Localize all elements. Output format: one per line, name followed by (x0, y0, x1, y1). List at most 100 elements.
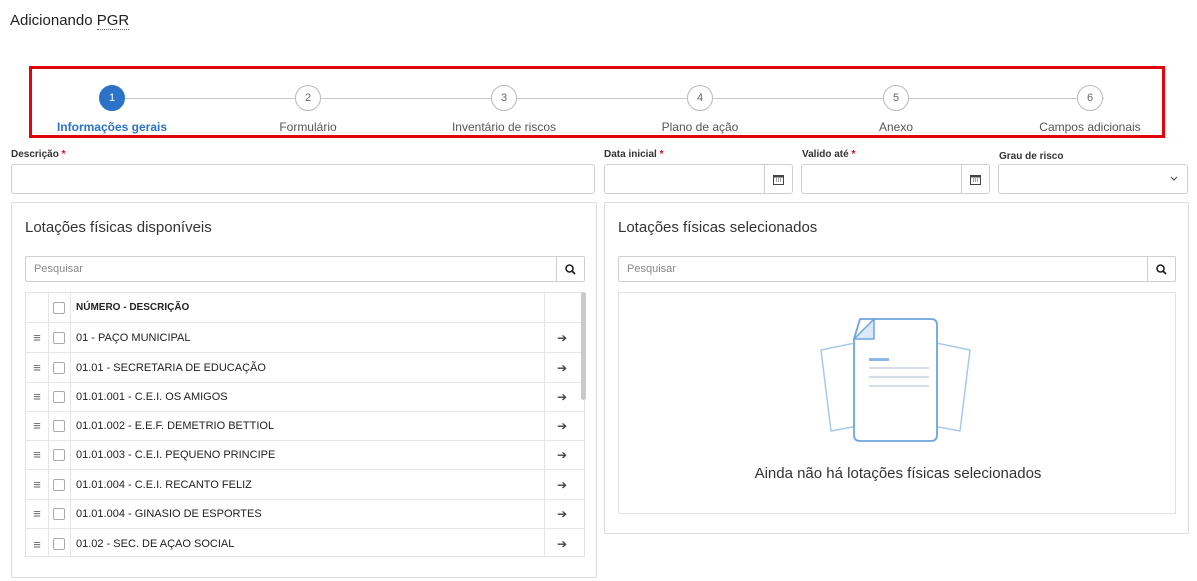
step-formulario[interactable]: 2 Formulário (218, 85, 398, 134)
step-number-4: 4 (687, 85, 713, 111)
step-label-5: Anexo (878, 120, 914, 134)
table-row: ≡ 01.01.001 - C.E.I. OS AMIGOS ➔ (26, 382, 584, 412)
drag-handle-icon[interactable]: ≡ (26, 537, 48, 552)
calendar-icon (773, 174, 784, 185)
drag-handle-icon[interactable]: ≡ (26, 360, 48, 375)
page-title-prefix: Adicionando (10, 12, 97, 29)
required-mark: * (851, 149, 856, 160)
selected-search-placeholder: Pesquisar (627, 263, 676, 275)
step-inventario-de-riscos[interactable]: 3 Inventário de riscos (414, 85, 594, 134)
move-right-arrow-icon[interactable]: ➔ (544, 419, 580, 433)
descricao-label: Descrição * (11, 149, 66, 160)
available-locations-panel: Lotações físicas disponíveis Pesquisar N… (11, 202, 597, 578)
data-inicial-label-text: Data inicial (604, 149, 657, 160)
available-locations-table: NÚMERO - DESCRIÇÃO ≡ 01 - PAÇO MUNICIPAL… (25, 292, 585, 557)
move-right-arrow-icon[interactable]: ➔ (544, 361, 580, 375)
table-row: ≡ 01.01.004 - C.E.I. RECANTO FELIZ ➔ (26, 470, 584, 500)
empty-documents-icon (820, 318, 971, 442)
row-checkbox[interactable] (53, 478, 65, 491)
move-right-arrow-icon[interactable]: ➔ (544, 390, 580, 404)
row-checkbox[interactable] (53, 448, 65, 461)
available-search-placeholder: Pesquisar (34, 263, 83, 275)
row-label: 01.01.003 - C.E.I. PEQUENO PRINCIPE (76, 448, 276, 461)
table-scrollbar[interactable] (581, 292, 586, 400)
row-label: 01.02 - SEC. DE AÇAO SOCIAL (76, 538, 235, 550)
wizard-stepper: 1 Informações gerais 2 Formulário 3 Inve… (29, 66, 1165, 138)
search-icon (1156, 263, 1167, 275)
step-campos-adicionais[interactable]: 6 Campos adicionais (1000, 85, 1180, 134)
data-inicial-input[interactable] (604, 164, 793, 194)
move-right-arrow-icon[interactable]: ➔ (544, 478, 580, 492)
calendar-icon (970, 174, 981, 185)
drag-handle-icon[interactable]: ≡ (26, 389, 48, 404)
table-row: ≡ 01.01.004 - GINASIO DE ESPORTES ➔ (26, 499, 584, 529)
step-label-3: Inventário de riscos (451, 120, 557, 134)
step-anexo[interactable]: 5 Anexo (806, 85, 986, 134)
step-number-3: 3 (491, 85, 517, 111)
table-row: ≡ 01.01.003 - C.E.I. PEQUENO PRINCIPE ➔ (26, 440, 584, 470)
move-right-arrow-icon[interactable]: ➔ (544, 331, 580, 345)
page-title: Adicionando PGR (10, 12, 130, 30)
row-checkbox[interactable] (53, 419, 65, 432)
grau-risco-label: Grau de risco (999, 151, 1064, 162)
step-label-4: Plano de ação (661, 120, 739, 134)
data-inicial-calendar-button[interactable] (764, 165, 792, 193)
select-all-checkbox[interactable] (53, 301, 65, 314)
grau-risco-select[interactable] (998, 164, 1188, 194)
required-mark: * (659, 149, 664, 160)
empty-state-message: Ainda não há lotações físicas selecionad… (754, 465, 1042, 482)
selected-locations-title: Lotações físicas selecionados (618, 219, 818, 236)
valido-ate-input[interactable] (801, 164, 990, 194)
row-label: 01.01.002 - E.E.F. DEMETRIO BETTIOL (76, 419, 275, 432)
search-icon (565, 263, 576, 275)
move-right-arrow-icon[interactable]: ➔ (544, 537, 580, 551)
row-label: 01 - PAÇO MUNICIPAL (76, 331, 191, 344)
step-number-2: 2 (295, 85, 321, 111)
row-label: 01.01.004 - C.E.I. RECANTO FELIZ (76, 478, 252, 491)
selected-search-button[interactable] (1147, 257, 1175, 281)
available-locations-title: Lotações físicas disponíveis (25, 219, 212, 236)
row-checkbox[interactable] (53, 361, 65, 374)
drag-handle-icon[interactable]: ≡ (26, 330, 48, 345)
step-informacoes-gerais[interactable]: 1 Informações gerais (22, 85, 202, 134)
step-number-6: 6 (1077, 85, 1103, 111)
selected-locations-panel: Lotações físicas selecionados Pesquisar … (604, 202, 1189, 534)
row-label: 01.01.004 - GINASIO DE ESPORTES (76, 507, 262, 520)
table-row: ≡ 01 - PAÇO MUNICIPAL ➔ (26, 323, 584, 353)
drag-handle-icon[interactable]: ≡ (26, 418, 48, 433)
selected-search-field[interactable]: Pesquisar (618, 256, 1176, 282)
table-header-row: NÚMERO - DESCRIÇÃO (26, 293, 584, 323)
step-number-1: 1 (99, 85, 125, 111)
available-search-button[interactable] (556, 257, 584, 281)
drag-handle-icon[interactable]: ≡ (26, 477, 48, 492)
available-search-field[interactable]: Pesquisar (25, 256, 585, 282)
row-checkbox[interactable] (53, 538, 65, 550)
row-checkbox[interactable] (53, 390, 65, 403)
table-row: ≡ 01.01 - SECRETARIA DE EDUCAÇÃO ➔ (26, 353, 584, 383)
valido-ate-calendar-button[interactable] (961, 165, 989, 193)
valido-ate-label-text: Valido até (802, 149, 849, 160)
row-checkbox[interactable] (53, 331, 65, 344)
drag-handle-icon[interactable]: ≡ (26, 447, 48, 462)
step-label-1: Informações gerais (56, 120, 168, 134)
drag-handle-icon[interactable]: ≡ (26, 506, 48, 521)
table-row: ≡ 01.01.002 - E.E.F. DEMETRIO BETTIOL ➔ (26, 411, 584, 441)
move-right-arrow-icon[interactable]: ➔ (544, 507, 580, 521)
select-all-checkbox-cell[interactable] (48, 301, 70, 314)
selected-empty-state: Ainda não há lotações físicas selecionad… (618, 292, 1176, 514)
descricao-input[interactable] (11, 164, 595, 194)
row-checkbox[interactable] (53, 507, 65, 520)
step-number-5: 5 (883, 85, 909, 111)
column-header-numero-descricao: NÚMERO - DESCRIÇÃO (76, 302, 190, 313)
step-plano-de-acao[interactable]: 4 Plano de ação (610, 85, 790, 134)
move-right-arrow-icon[interactable]: ➔ (544, 448, 580, 462)
row-label: 01.01.001 - C.E.I. OS AMIGOS (76, 390, 228, 403)
table-row: ≡ 01.02 - SEC. DE AÇAO SOCIAL ➔ (26, 529, 584, 556)
step-label-6: Campos adicionais (1039, 120, 1141, 134)
chevron-down-icon (1170, 176, 1178, 181)
step-label-2: Formulário (279, 120, 337, 134)
descricao-label-text: Descrição (11, 149, 59, 160)
valido-ate-label: Valido até * (802, 149, 855, 160)
required-mark: * (61, 149, 66, 160)
row-label: 01.01 - SECRETARIA DE EDUCAÇÃO (76, 361, 266, 374)
